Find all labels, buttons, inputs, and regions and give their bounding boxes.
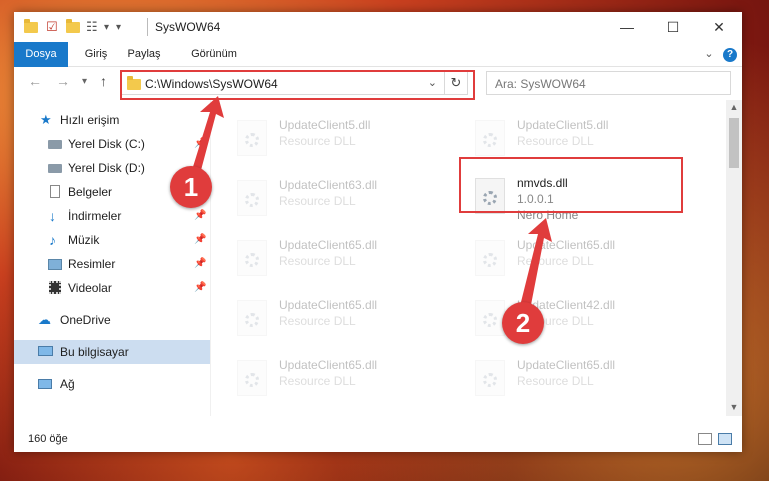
- arrow-2: [520, 218, 552, 310]
- annotation-arrows: [192, 96, 552, 310]
- step-badge-2: 2: [502, 302, 544, 344]
- step-badge-1: 1: [170, 166, 212, 208]
- arrow-1: [192, 96, 224, 174]
